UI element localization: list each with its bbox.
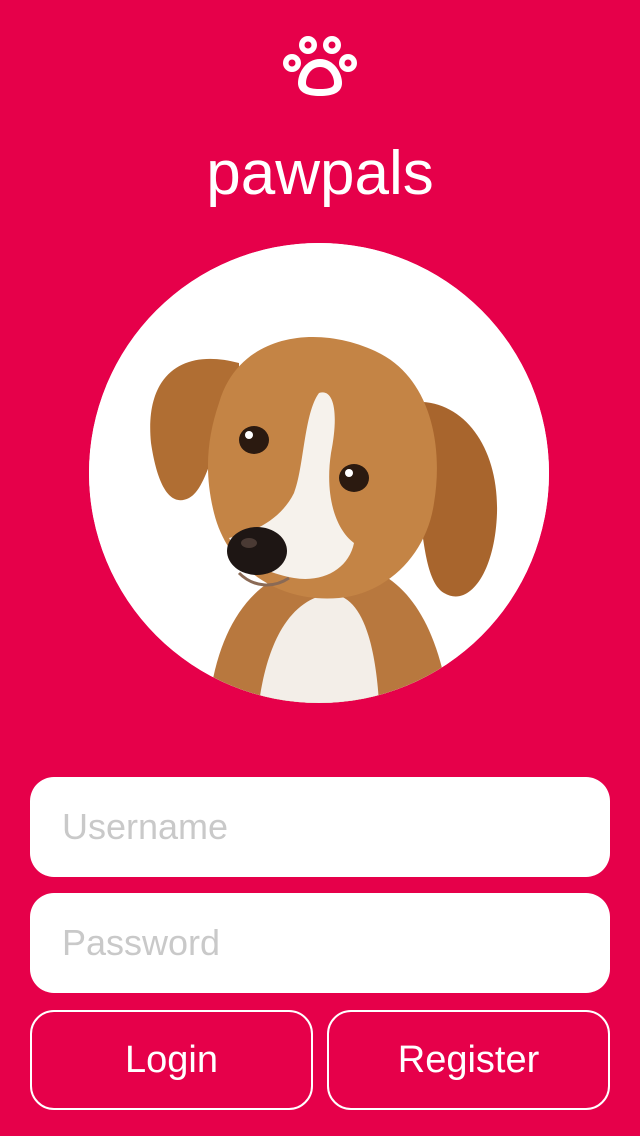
login-screen: pawpals Login R xyxy=(0,0,640,1136)
username-field[interactable] xyxy=(30,777,610,877)
app-title: pawpals xyxy=(206,139,434,208)
login-button[interactable]: Login xyxy=(30,1010,313,1110)
paw-icon xyxy=(282,33,358,99)
password-field[interactable] xyxy=(30,893,610,993)
register-button[interactable]: Register xyxy=(327,1010,610,1110)
puppy-photo xyxy=(89,243,549,703)
